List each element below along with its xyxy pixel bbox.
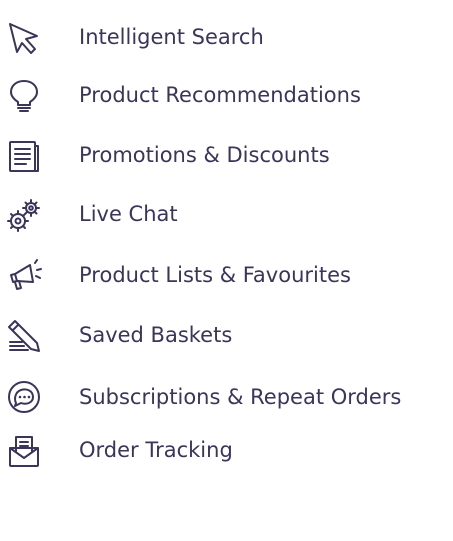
feature-item-intelligent-search: Intelligent Search	[0, 15, 453, 61]
feature-list: Intelligent Search Product Recommendatio…	[0, 0, 453, 541]
envelope-letter-icon	[6, 433, 42, 469]
feature-label: Product Lists & Favourites	[79, 263, 351, 287]
feature-label: Intelligent Search	[79, 25, 264, 49]
feature-label: Subscriptions & Repeat Orders	[79, 385, 402, 409]
lightbulb-icon	[6, 78, 42, 114]
feature-label: Live Chat	[79, 202, 178, 226]
feature-label: Order Tracking	[79, 438, 233, 462]
feature-item-product-lists-favourites: Product Lists & Favourites	[0, 253, 453, 299]
cursor-arrow-icon	[6, 20, 42, 56]
feature-label: Product Recommendations	[79, 83, 361, 107]
speech-bubble-icon	[6, 380, 42, 416]
feature-item-promotions-discounts: Promotions & Discounts	[0, 133, 453, 179]
feature-item-live-chat: Live Chat	[0, 192, 453, 238]
feature-item-saved-baskets: Saved Baskets	[0, 313, 453, 359]
gears-icon	[6, 197, 42, 233]
pencil-writing-icon	[6, 318, 42, 354]
megaphone-icon	[6, 258, 42, 294]
feature-item-product-recommendations: Product Recommendations	[0, 73, 453, 119]
document-icon	[6, 138, 42, 174]
feature-label: Promotions & Discounts	[79, 143, 330, 167]
feature-item-order-tracking: Order Tracking	[0, 428, 453, 474]
feature-item-subscriptions-repeat-orders: Subscriptions & Repeat Orders	[0, 375, 453, 421]
feature-label: Saved Baskets	[79, 323, 233, 347]
